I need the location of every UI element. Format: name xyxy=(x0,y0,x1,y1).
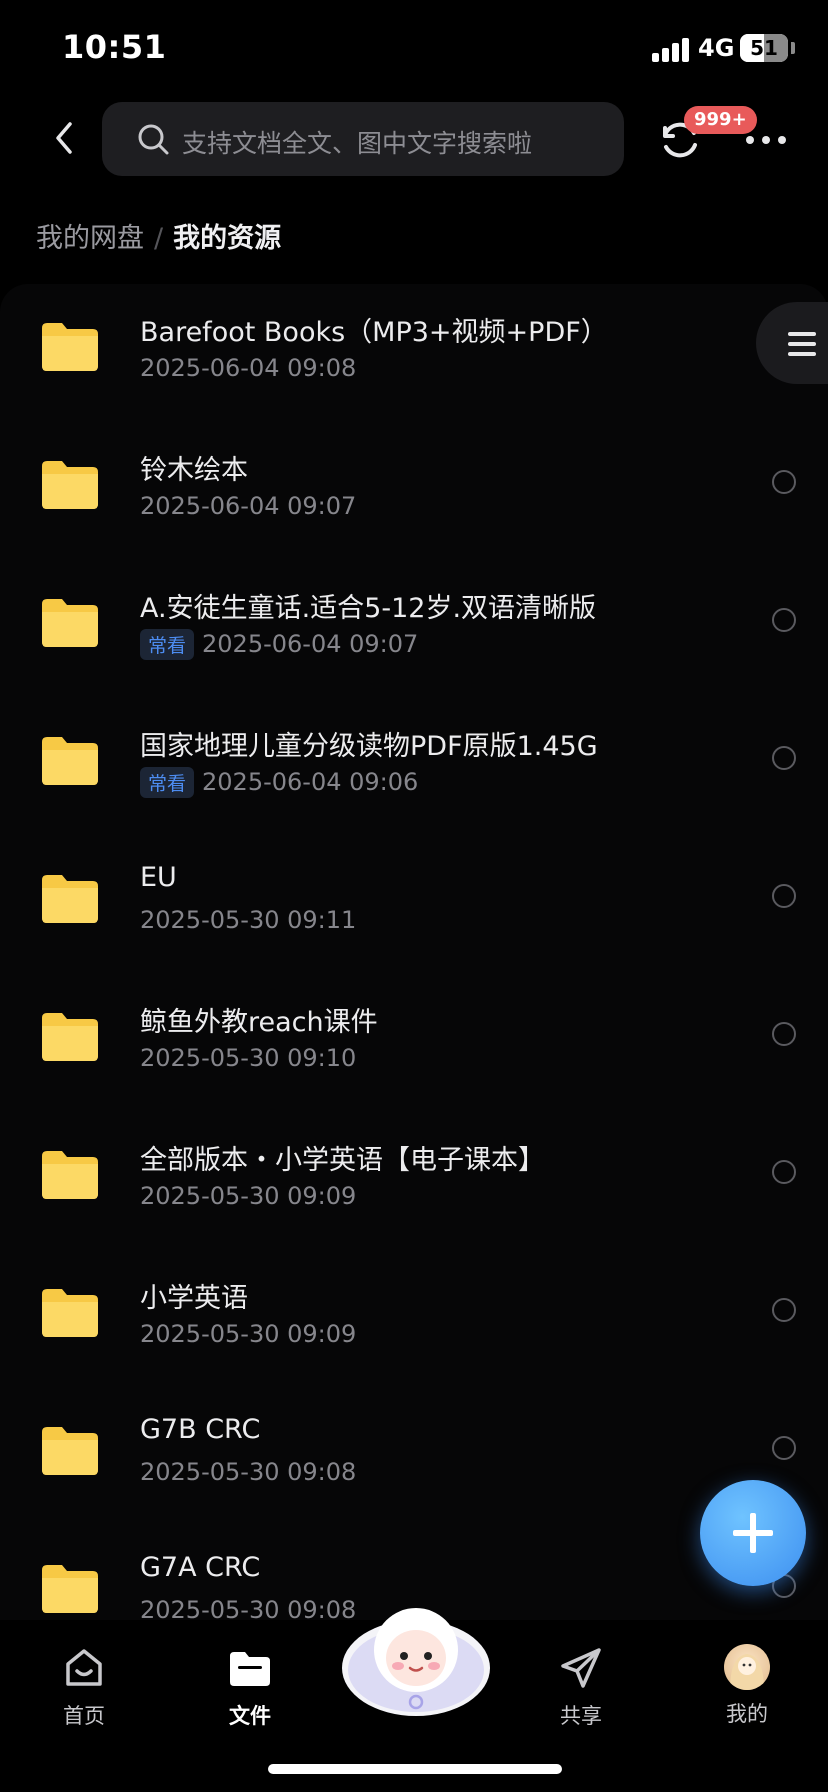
battery-tip xyxy=(791,42,795,54)
file-name: 鲸鱼外教reach课件 xyxy=(140,1007,378,1038)
tab-files[interactable]: 文件 xyxy=(200,1644,300,1730)
file-date: 2025-06-04 09:08 xyxy=(140,354,357,382)
file-meta: 常看 2025-06-04 09:06 xyxy=(140,766,418,798)
mascot-icon xyxy=(342,1608,490,1716)
add-button[interactable] xyxy=(700,1480,806,1586)
select-checkbox[interactable] xyxy=(772,746,796,770)
battery-level: 51 xyxy=(750,36,778,60)
file-meta: 2025-05-30 09:09 xyxy=(140,1180,356,1212)
file-date: 2025-06-04 09:07 xyxy=(140,492,357,520)
folder-icon xyxy=(40,320,100,372)
file-row[interactable]: 国家地理儿童分级读物PDF原版1.45G 常看 2025-06-04 09:06 xyxy=(0,698,828,836)
back-button[interactable] xyxy=(50,118,80,158)
file-name: 铃木绘本 xyxy=(140,455,248,486)
folder-icon xyxy=(40,1424,100,1476)
tab-home-label: 首页 xyxy=(63,1704,105,1728)
tab-files-label: 文件 xyxy=(229,1704,271,1728)
tab-share-label: 共享 xyxy=(560,1704,602,1728)
tab-home[interactable]: 首页 xyxy=(34,1644,134,1730)
breadcrumb: 我的网盘 / 我的资源 xyxy=(36,216,281,255)
file-row[interactable]: G7B CRC 2025-05-30 09:08 xyxy=(0,1388,828,1526)
list-menu-button[interactable] xyxy=(756,302,828,384)
file-name: A.安徒生童话.适合5-12岁.双语清晰版 xyxy=(140,593,597,624)
folder-icon xyxy=(226,1644,274,1692)
folder-icon xyxy=(40,458,100,510)
tab-mine-label: 我的 xyxy=(726,1702,768,1726)
tab-mine[interactable]: 我的 xyxy=(697,1644,797,1728)
search-placeholder: 支持文档全文、图中文字搜索啦 xyxy=(182,129,533,158)
folder-icon xyxy=(40,1010,100,1062)
breadcrumb-current: 我的资源 xyxy=(173,223,282,254)
file-row[interactable]: A.安徒生童话.适合5-12岁.双语清晰版 常看 2025-06-04 09:07 xyxy=(0,560,828,698)
select-checkbox[interactable] xyxy=(772,608,796,632)
status-bar: 10:51 4G 51 xyxy=(0,0,828,100)
file-name: G7A CRC xyxy=(140,1552,261,1583)
file-meta: 2025-05-30 09:11 xyxy=(140,904,356,936)
folder-icon xyxy=(40,734,100,786)
file-date: 2025-05-30 09:10 xyxy=(140,1044,357,1072)
frequent-tag: 常看 xyxy=(140,766,195,798)
file-meta: 2025-06-04 09:07 xyxy=(140,490,356,522)
breadcrumb-separator: / xyxy=(154,223,164,254)
select-checkbox[interactable] xyxy=(772,884,796,908)
file-meta: 2025-05-30 09:08 xyxy=(140,1594,356,1620)
mascot-button[interactable] xyxy=(340,1598,492,1718)
file-meta: 2025-06-04 09:08 xyxy=(140,352,356,384)
file-name: 小学英语 xyxy=(140,1283,248,1314)
file-row[interactable]: 鲸鱼外教reach课件 2025-05-30 09:10 xyxy=(0,974,828,1112)
folder-icon xyxy=(40,1286,100,1338)
home-icon xyxy=(60,1644,108,1692)
search-icon xyxy=(138,124,169,155)
file-date: 2025-06-04 09:07 xyxy=(202,630,419,658)
select-checkbox[interactable] xyxy=(772,1160,796,1184)
folder-icon xyxy=(40,1148,100,1200)
file-row[interactable]: Barefoot Books（MP3+视频+PDF） 2025-06-04 09:… xyxy=(0,284,828,422)
status-time: 10:51 xyxy=(62,28,167,66)
file-row[interactable]: 小学英语 2025-05-30 09:09 xyxy=(0,1250,828,1388)
file-meta: 2025-05-30 09:09 xyxy=(140,1318,356,1350)
file-date: 2025-05-30 09:09 xyxy=(140,1320,357,1348)
file-row[interactable]: 全部版本・小学英语【电子课本】 2025-05-30 09:09 xyxy=(0,1112,828,1250)
select-checkbox[interactable] xyxy=(772,1022,796,1046)
file-meta: 2025-05-30 09:08 xyxy=(140,1456,356,1488)
file-name: EU xyxy=(140,862,177,893)
file-meta: 常看 2025-06-04 09:07 xyxy=(140,628,418,660)
file-name: Barefoot Books（MP3+视频+PDF） xyxy=(140,317,608,348)
network-type: 4G xyxy=(698,34,735,62)
breadcrumb-root[interactable]: 我的网盘 xyxy=(36,223,144,254)
select-checkbox[interactable] xyxy=(772,1298,796,1322)
search-input[interactable]: 支持文档全文、图中文字搜索啦 xyxy=(102,102,624,176)
file-name: G7B CRC xyxy=(140,1414,261,1445)
file-date: 2025-05-30 09:11 xyxy=(140,906,357,934)
folder-icon xyxy=(40,1562,100,1614)
send-icon xyxy=(557,1644,605,1692)
file-row[interactable]: 铃木绘本 2025-06-04 09:07 xyxy=(0,422,828,560)
tab-share[interactable]: 共享 xyxy=(531,1644,631,1730)
avatar xyxy=(724,1644,770,1690)
file-date: 2025-05-30 09:08 xyxy=(140,1458,357,1486)
folder-icon xyxy=(40,596,100,648)
select-checkbox[interactable] xyxy=(772,1436,796,1460)
folder-icon xyxy=(40,872,100,924)
file-row[interactable]: EU 2025-05-30 09:11 xyxy=(0,836,828,974)
battery-icon: 51 xyxy=(740,34,788,62)
file-date: 2025-05-30 09:08 xyxy=(140,1596,357,1620)
file-list: Barefoot Books（MP3+视频+PDF） 2025-06-04 09:… xyxy=(0,284,828,1620)
home-indicator xyxy=(268,1764,562,1774)
file-meta: 2025-05-30 09:10 xyxy=(140,1042,356,1074)
file-name: 全部版本・小学英语【电子课本】 xyxy=(140,1145,545,1176)
signal-icon xyxy=(652,38,692,62)
file-date: 2025-05-30 09:09 xyxy=(140,1182,357,1210)
more-button[interactable] xyxy=(744,126,788,154)
file-name: 国家地理儿童分级读物PDF原版1.45G xyxy=(140,731,598,762)
frequent-tag: 常看 xyxy=(140,628,195,660)
file-date: 2025-06-04 09:06 xyxy=(202,768,419,796)
select-checkbox[interactable] xyxy=(772,470,796,494)
chevron-left-icon xyxy=(56,122,72,154)
